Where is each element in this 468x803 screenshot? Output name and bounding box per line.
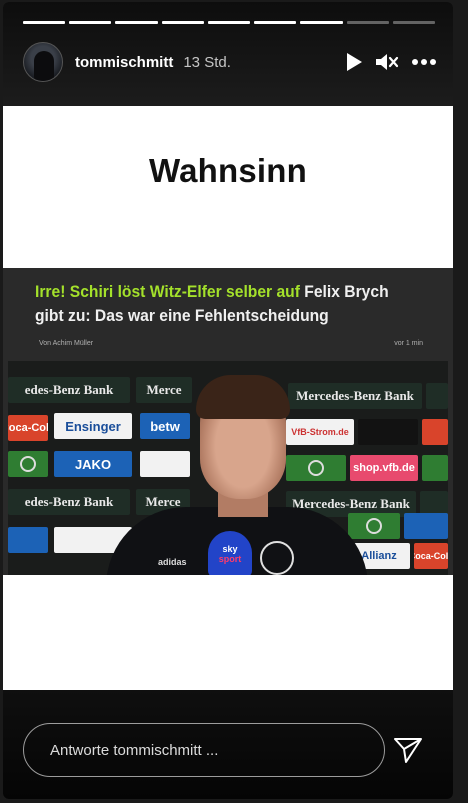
sponsor-board: Coca-Cola	[8, 415, 48, 441]
microphone: sky sport	[208, 531, 252, 575]
news-time: vor 1 min	[394, 340, 423, 347]
sponsor-board: edes-Benz Bank	[8, 377, 130, 403]
progress-segment	[300, 21, 343, 24]
news-title: Irre! Schiri löst Witz-Elfer selber auf …	[35, 280, 394, 328]
sponsor-board	[358, 419, 418, 445]
sponsor-board	[404, 513, 448, 539]
sponsor-board: JAKO	[54, 451, 132, 477]
news-screenshot: Irre! Schiri löst Witz-Elfer selber auf …	[3, 268, 453, 575]
mic-sub: sport	[218, 554, 242, 564]
sponsor-board: Mercedes-Benz Bank	[288, 383, 422, 409]
dfb-logo-icon	[260, 541, 294, 575]
news-meta: Von Achim Müller vor 1 min	[39, 340, 423, 352]
progress-segment	[392, 21, 435, 24]
sponsor-board	[422, 419, 448, 445]
story-headline: Wahnsinn	[148, 152, 308, 189]
paper-plane-icon[interactable]	[391, 734, 425, 766]
sponsor-board: VfB-Strom.de	[286, 419, 354, 445]
progress-segment	[69, 21, 112, 24]
news-author: Von Achim Müller	[39, 340, 94, 347]
mercedes-star-icon	[20, 456, 36, 472]
post-time: 13 Std.	[183, 53, 231, 71]
progress-segment	[161, 21, 204, 24]
adidas-logo: adidas	[158, 557, 187, 567]
sponsor-board	[8, 451, 48, 477]
tv-interview-image: edes-Benz Bank Merce Mercedes-Benz Bank …	[8, 361, 448, 575]
story-header: tommischmitt 13 Std.	[23, 42, 437, 82]
mercedes-star-icon	[308, 460, 324, 476]
story-viewer[interactable]: tommischmitt 13 Std. Wahnsinn Irre! Schi…	[3, 2, 453, 799]
reply-input[interactable]: Antworte tommischmitt ...	[23, 723, 385, 777]
sponsor-board: betw	[140, 413, 190, 439]
progress-segment	[115, 21, 158, 24]
sponsor-board	[348, 513, 400, 539]
interviewee-hair	[196, 375, 290, 419]
sponsor-board	[8, 527, 48, 553]
story-progress-bar	[23, 21, 435, 24]
sponsor-board: Ensinger	[54, 413, 132, 439]
progress-segment	[346, 21, 389, 24]
sponsor-board: Merce	[136, 377, 192, 403]
sponsor-board: shop.vfb.de	[350, 455, 418, 481]
reply-placeholder: Antworte tommischmitt ...	[50, 741, 219, 759]
sponsor-board	[422, 455, 448, 481]
news-title-highlight: Irre! Schiri löst Witz-Elfer selber auf	[35, 282, 300, 301]
sponsor-board	[426, 383, 448, 409]
progress-segment	[23, 21, 66, 24]
sponsor-board	[286, 455, 346, 481]
muted-speaker-icon[interactable]	[375, 50, 399, 74]
more-options-icon[interactable]	[411, 50, 437, 74]
mic-brand: sky	[222, 544, 238, 554]
play-icon[interactable]	[345, 50, 363, 74]
avatar[interactable]	[23, 42, 63, 82]
sponsor-board: Coca-Cola	[414, 543, 448, 569]
username[interactable]: tommischmitt	[75, 54, 173, 71]
story-controls	[345, 50, 437, 74]
mercedes-star-icon	[366, 518, 382, 534]
progress-segment	[254, 21, 297, 24]
sponsor-board: edes-Benz Bank	[8, 489, 130, 515]
sponsor-board	[140, 451, 190, 477]
progress-segment	[207, 21, 251, 24]
